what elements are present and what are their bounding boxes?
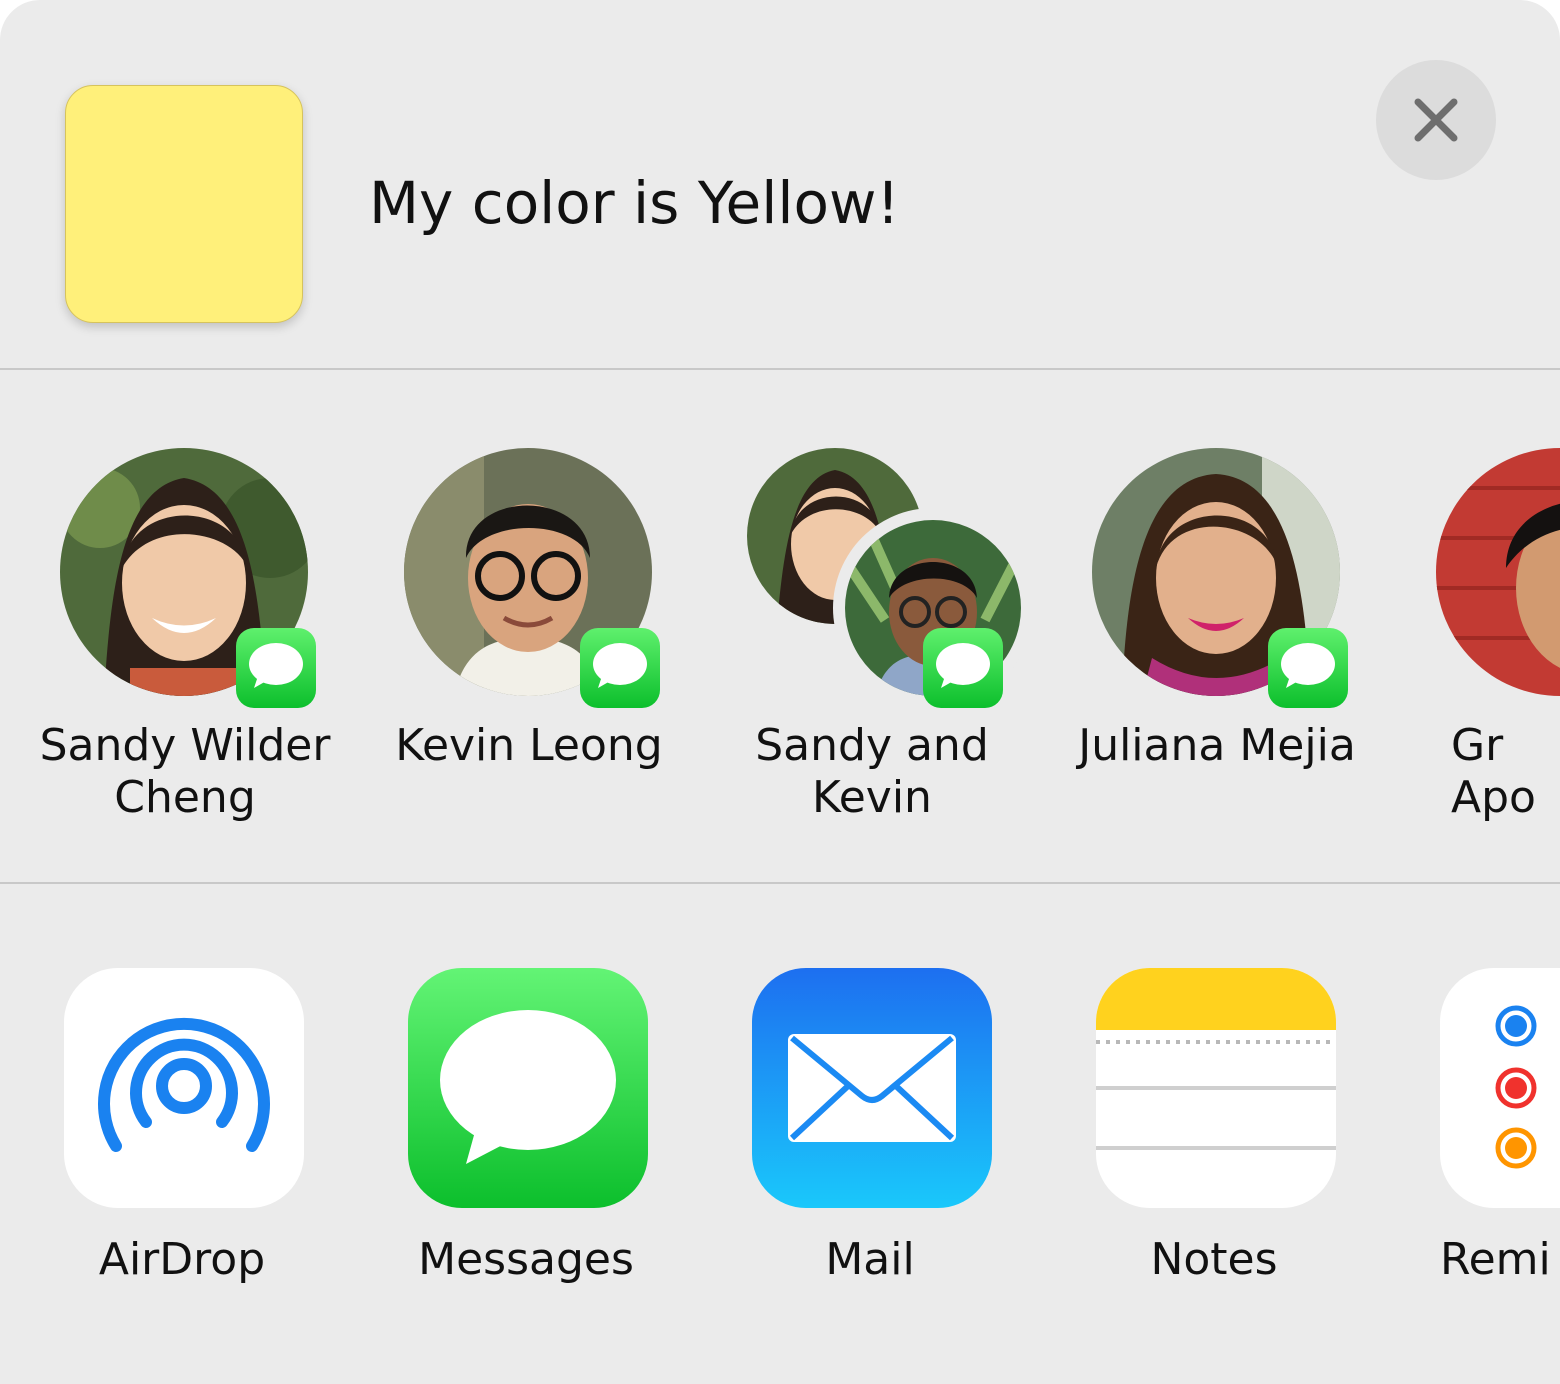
messages-icon <box>408 968 648 1208</box>
app-label: Remi <box>1440 1234 1551 1285</box>
notes-icon <box>1096 968 1336 1208</box>
close-icon <box>1414 98 1458 142</box>
app-label: Messages <box>418 1234 634 1285</box>
app-label: Mail <box>825 1234 915 1285</box>
header-divider <box>0 368 1560 370</box>
share-title: My color is Yellow! <box>369 169 900 237</box>
messages-badge-icon <box>580 628 660 708</box>
person-name: Sandy and Kevin <box>755 720 989 823</box>
person-name: Kevin Leong <box>395 720 663 771</box>
messages-badge-icon <box>236 628 316 708</box>
app-label: AirDrop <box>98 1234 266 1285</box>
messages-badge-icon <box>923 628 1003 708</box>
airdrop-icon <box>64 968 304 1208</box>
content-thumbnail <box>65 85 303 323</box>
people-divider <box>0 882 1560 884</box>
app-label: Notes <box>1150 1234 1278 1285</box>
close-button[interactable] <box>1376 60 1496 180</box>
person-name: Juliana Mejia <box>1078 720 1356 771</box>
messages-badge-icon <box>1268 628 1348 708</box>
person-name: Sandy Wilder Cheng <box>39 720 331 823</box>
share-sheet: My color is Yellow! Sandy Wilder Cheng K… <box>0 0 1560 1384</box>
avatar <box>1436 448 1560 696</box>
person-name: Gr Apo <box>1451 720 1536 823</box>
mail-icon <box>752 968 992 1208</box>
reminders-icon <box>1440 968 1560 1208</box>
